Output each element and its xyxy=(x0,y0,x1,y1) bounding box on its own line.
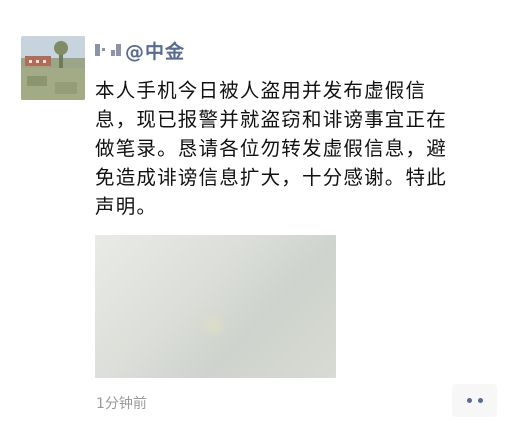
more-options-button[interactable] xyxy=(452,384,497,417)
post-image[interactable] xyxy=(95,235,336,378)
image-detail xyxy=(203,317,223,333)
author-name[interactable]: @中金 xyxy=(125,37,185,64)
more-options-icon xyxy=(466,398,472,403)
avatar[interactable] xyxy=(21,36,85,100)
author-row: @中金 xyxy=(95,36,505,64)
more-options-icon xyxy=(477,398,483,403)
moment-post: @中金 本人手机今日被人盗用并发布虚假信息，现已报警并就盗窃和诽谤事宜正在做笔录… xyxy=(95,36,505,221)
post-timestamp: 1分钟前 xyxy=(96,396,147,412)
post-text: 本人手机今日被人盗用并发布虚假信息，现已报警并就盗窃和诽谤事宜正在做笔录。恳请各… xyxy=(95,79,447,218)
author-name-redacted xyxy=(95,42,123,58)
avatar-photo-icon xyxy=(21,36,85,100)
